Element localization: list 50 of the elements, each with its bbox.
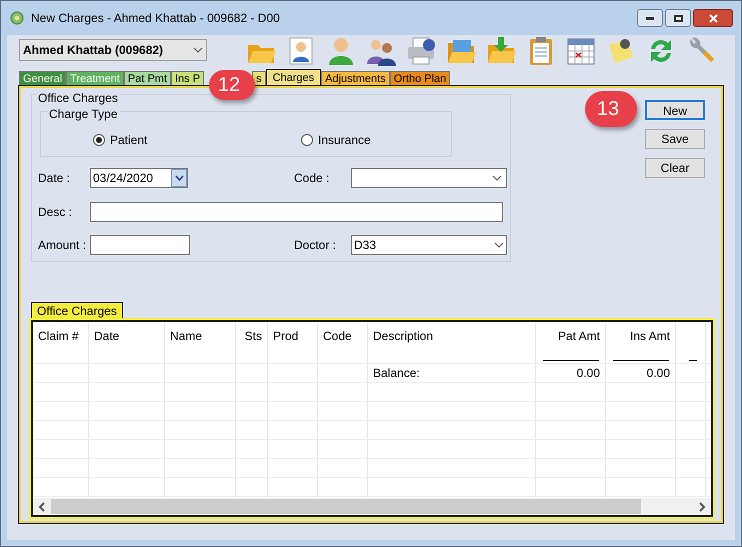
- scroll-left-icon[interactable]: [38, 502, 46, 512]
- amount-field[interactable]: [90, 235, 190, 255]
- action-button[interactable]: New: [645, 100, 705, 120]
- tab[interactable]: Charges: [266, 69, 322, 86]
- horizontal-scrollbar[interactable]: [33, 498, 711, 515]
- code-select[interactable]: [351, 168, 507, 188]
- column-header[interactable]: Pat Amt: [558, 329, 600, 343]
- column-header[interactable]: Description: [373, 329, 434, 343]
- maximize-button[interactable]: [665, 9, 691, 27]
- column-header[interactable]: Name: [170, 329, 202, 343]
- field-label: Desc :: [37, 204, 74, 221]
- close-button[interactable]: [693, 9, 733, 27]
- column-header[interactable]: Ins Amt: [630, 329, 670, 343]
- table-cell: 0.00: [576, 366, 600, 380]
- tab[interactable]: Ortho Plan: [390, 71, 450, 86]
- dropdown-button[interactable]: [171, 169, 187, 187]
- field-label: Amount :: [37, 237, 88, 254]
- column-header[interactable]: Sts: [244, 329, 262, 343]
- minimize-button[interactable]: [637, 9, 663, 27]
- column-header[interactable]: Claim #: [38, 329, 79, 343]
- field-label: Doctor :: [294, 237, 338, 254]
- table-cell: Balance:: [373, 366, 420, 380]
- chevron-down-icon: [492, 175, 502, 181]
- printer-icon[interactable]: [405, 35, 437, 67]
- radio-option[interactable]: Patient: [93, 131, 301, 149]
- window-title: New Charges - Ahmed Khattab - 009682 - D00: [31, 10, 280, 27]
- chevron-down-icon: [494, 242, 504, 248]
- radio-option[interactable]: Insurance: [301, 131, 371, 149]
- action-button[interactable]: Save: [645, 129, 705, 149]
- chevron-down-icon: [193, 47, 203, 53]
- tab[interactable]: Ins P: [171, 71, 204, 86]
- column-header[interactable]: Prod: [273, 329, 298, 343]
- app-icon: [9, 10, 25, 26]
- date-picker[interactable]: 03/24/2020: [90, 168, 188, 188]
- action-button[interactable]: Clear: [645, 158, 705, 178]
- doctor-select[interactable]: D33: [351, 235, 507, 255]
- tab[interactable]: Pat Pmt: [124, 71, 171, 86]
- column-header[interactable]: Code: [323, 329, 352, 343]
- field-label: Date :: [37, 170, 72, 187]
- scroll-right-icon[interactable]: [698, 502, 706, 512]
- column-header[interactable]: Date: [94, 329, 120, 343]
- patient-select[interactable]: Ahmed Khattab (009682): [19, 39, 207, 61]
- field-label: Code :: [294, 170, 330, 187]
- table-cell: 0.00: [646, 366, 670, 380]
- tab[interactable]: Adjustments: [321, 71, 390, 86]
- desc-field[interactable]: [90, 202, 503, 222]
- tab[interactable]: General: [19, 71, 66, 86]
- chevron-down-icon: [174, 175, 184, 181]
- close-icon: [708, 14, 718, 22]
- scrollbar-thumb[interactable]: [51, 499, 641, 514]
